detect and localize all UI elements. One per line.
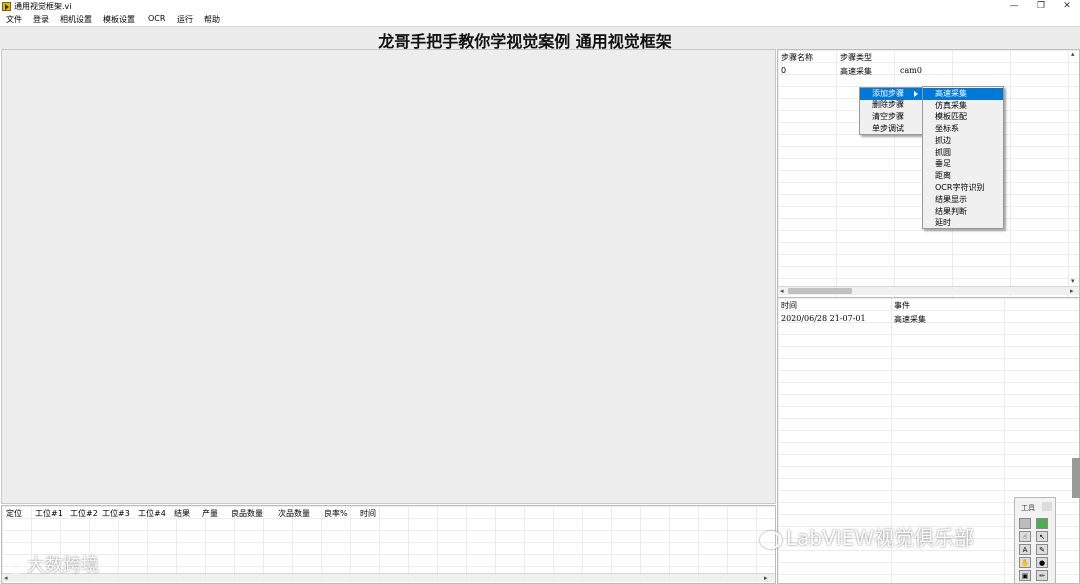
scroll-up-icon[interactable]: ▴ bbox=[1071, 50, 1075, 58]
image-display[interactable] bbox=[1, 49, 776, 504]
submenu-template-match[interactable]: 模板匹配 bbox=[923, 111, 1003, 123]
steps-hscroll-thumb[interactable] bbox=[788, 288, 852, 294]
results-scroll-left-icon[interactable]: ◂ bbox=[4, 574, 8, 582]
add-step-submenu: 高速采集 仿真采集 模板匹配 坐标系 抓边 抓圆 垂足 距离 OCR字符识别 结… bbox=[922, 86, 1004, 229]
wechat-icon bbox=[760, 530, 782, 549]
scroll-right-icon[interactable]: ▸ bbox=[1070, 287, 1074, 295]
scroll-down-icon[interactable]: ▾ bbox=[1071, 277, 1075, 285]
results-col-station3: 工位#3 bbox=[102, 509, 130, 518]
results-hscrollbar[interactable]: ◂ ▸ bbox=[2, 573, 775, 582]
ctx-single-step-debug[interactable]: 单步调试 bbox=[860, 123, 922, 135]
results-col-time: 时间 bbox=[360, 509, 376, 518]
close-button[interactable]: ✕ bbox=[1055, 0, 1079, 13]
labview-app-icon bbox=[2, 2, 11, 11]
results-col-good-count: 良品数量 bbox=[231, 509, 263, 518]
steps-row-index[interactable]: 0 bbox=[781, 66, 786, 75]
log-col-time: 时间 bbox=[781, 301, 797, 310]
breakpoint-tool-icon[interactable]: ● bbox=[1036, 557, 1048, 568]
scroll-tool-icon[interactable]: ✋ bbox=[1019, 557, 1031, 568]
results-col-locate: 定位 bbox=[6, 509, 22, 518]
log-vscroll-thumb[interactable] bbox=[1072, 458, 1080, 498]
submenu-find-edge[interactable]: 抓边 bbox=[923, 135, 1003, 147]
wiring-tool-icon[interactable]: ✎ bbox=[1036, 544, 1048, 555]
menu-template-settings[interactable]: 模板设置 bbox=[103, 14, 135, 25]
window-title-bar: 通用视觉框架.vi — ❐ ✕ bbox=[0, 0, 1080, 13]
ctx-clear-steps[interactable]: 清空步骤 bbox=[860, 111, 922, 123]
scroll-left-icon[interactable]: ◂ bbox=[780, 287, 784, 295]
color-tool-icon[interactable]: ✏ bbox=[1036, 570, 1048, 581]
tools-close-icon[interactable] bbox=[1042, 502, 1052, 511]
results-col-result: 结果 bbox=[174, 509, 190, 518]
menu-login[interactable]: 登录 bbox=[33, 14, 49, 25]
menu-help[interactable]: 帮助 bbox=[204, 14, 220, 25]
submenu-arrow-icon bbox=[914, 91, 918, 97]
ctx-delete-step[interactable]: 删除步骤 bbox=[860, 99, 922, 111]
watermark-right: LabVIEW视觉俱乐部 bbox=[760, 522, 974, 551]
log-row-time[interactable]: 2020/06/28 21-07-01 bbox=[781, 314, 866, 323]
submenu-result-display[interactable]: 结果显示 bbox=[923, 194, 1003, 206]
steps-col-name: 步骤名称 bbox=[781, 53, 813, 62]
auto-tool-icon[interactable] bbox=[1019, 518, 1031, 529]
log-row-event[interactable]: 高速采集 bbox=[894, 314, 926, 325]
minimize-button[interactable]: — bbox=[1002, 0, 1026, 13]
position-arrow-icon[interactable]: ↖ bbox=[1036, 531, 1048, 542]
step-context-menu: 添加步骤 删除步骤 清空步骤 单步调试 bbox=[859, 87, 923, 135]
results-col-yield: 良率% bbox=[324, 509, 348, 518]
watermark-right-text: LabVIEW视觉俱乐部 bbox=[786, 526, 975, 550]
steps-col-type: 步骤类型 bbox=[840, 53, 872, 62]
results-col-station1: 工位#1 bbox=[35, 509, 63, 518]
window-title: 通用视觉框架.vi bbox=[14, 2, 72, 11]
results-col-station4: 工位#4 bbox=[138, 509, 166, 518]
menu-run[interactable]: 运行 bbox=[177, 14, 193, 25]
steps-row-camera[interactable]: cam0 bbox=[900, 66, 922, 75]
steps-hscrollbar[interactable]: ◂ ▸ bbox=[778, 286, 1079, 295]
ctx-add-step-label: 添加步骤 bbox=[872, 89, 904, 98]
submenu-distance[interactable]: 距离 bbox=[923, 170, 1003, 182]
results-scroll-right-icon[interactable]: ▸ bbox=[764, 574, 768, 582]
label-tool-icon[interactable]: A bbox=[1019, 544, 1031, 555]
watermark-left-text: 大数跨境 bbox=[27, 555, 99, 576]
auto-select-led-icon[interactable] bbox=[1036, 518, 1048, 529]
results-col-defect-count: 次品数量 bbox=[278, 509, 310, 518]
submenu-delay[interactable]: 延时 bbox=[923, 217, 1003, 229]
menu-camera-settings[interactable]: 相机设置 bbox=[60, 14, 92, 25]
page-header: 龙哥手把手教你学视觉案例 通用视觉框架 bbox=[0, 26, 1080, 51]
submenu-ocr[interactable]: OCR字符识别 bbox=[923, 182, 1003, 194]
menu-bar: 文件 登录 相机设置 模板设置 OCR 运行 帮助 bbox=[0, 13, 1080, 25]
menu-file[interactable]: 文件 bbox=[6, 14, 22, 25]
restore-button[interactable]: ❐ bbox=[1029, 0, 1053, 13]
steps-row-type[interactable]: 高速采集 bbox=[840, 66, 872, 77]
submenu-coordinate-system[interactable]: 坐标系 bbox=[923, 123, 1003, 135]
results-col-station2: 工位#2 bbox=[70, 509, 98, 518]
watermark-logo-icon bbox=[8, 558, 24, 574]
submenu-high-speed-capture[interactable]: 高速采集 bbox=[923, 88, 1003, 100]
submenu-perpendicular[interactable]: 垂足 bbox=[923, 158, 1003, 170]
operate-hand-icon[interactable]: ☝ bbox=[1019, 531, 1031, 542]
results-table[interactable]: 定位 工位#1 工位#2 工位#3 工位#4 结果 产量 良品数量 次品数量 良… bbox=[1, 505, 776, 584]
log-col-event: 事件 bbox=[894, 301, 910, 310]
results-col-output: 产量 bbox=[202, 509, 218, 518]
tools-palette: 工具 ☝ ↖ A ✎ ✋ ● ▣ ✏ bbox=[1014, 497, 1056, 584]
watermark-left: 大数跨境 bbox=[8, 551, 99, 577]
menu-ocr[interactable]: OCR bbox=[148, 14, 165, 23]
tools-palette-title: 工具 bbox=[1021, 504, 1035, 512]
color-copy-tool-icon[interactable]: ▣ bbox=[1019, 570, 1031, 581]
